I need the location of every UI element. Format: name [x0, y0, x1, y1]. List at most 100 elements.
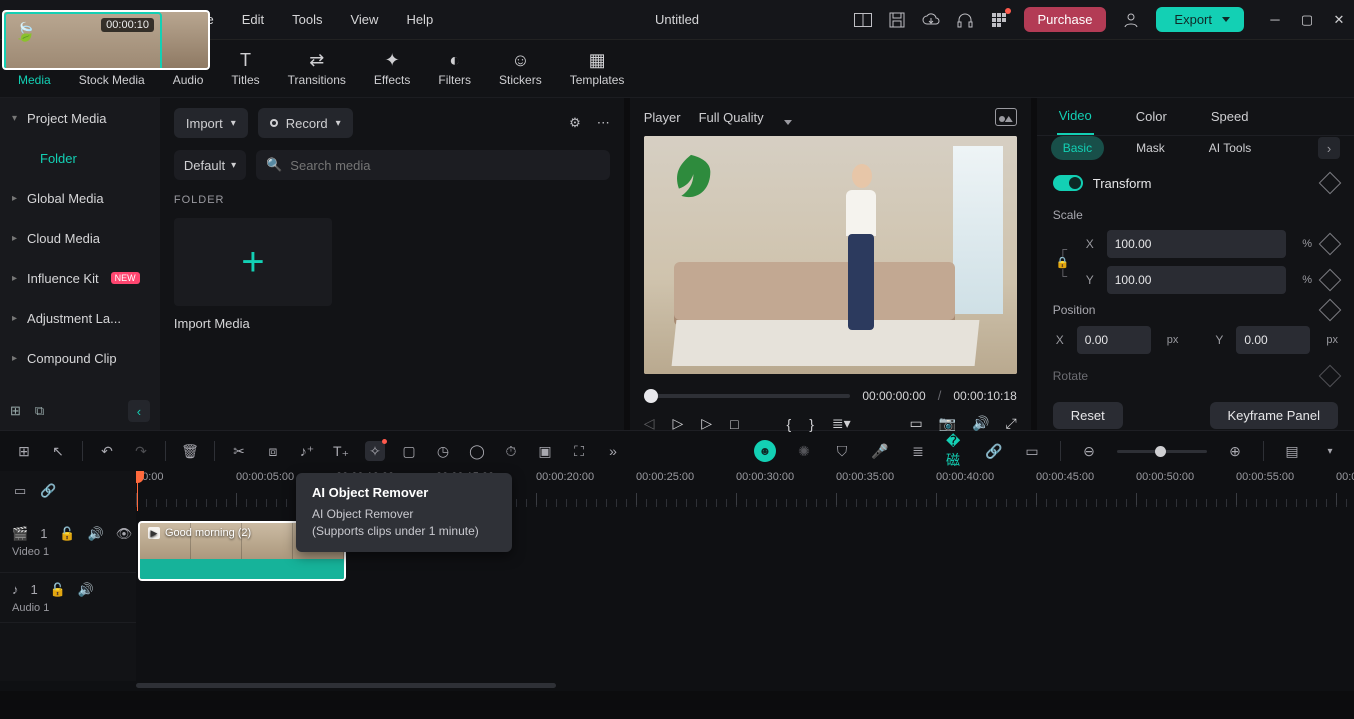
- playhead[interactable]: [137, 471, 138, 511]
- apps-grid-icon[interactable]: [990, 11, 1008, 29]
- play-forward-icon[interactable]: ▷: [701, 415, 712, 432]
- zoom-knob[interactable]: [1155, 446, 1166, 457]
- text-icon[interactable]: T₊: [331, 441, 351, 461]
- zoom-slider[interactable]: [1117, 450, 1207, 453]
- timeline-scrollbar[interactable]: [136, 681, 1354, 691]
- scrollbar-thumb[interactable]: [136, 683, 556, 688]
- headphones-icon[interactable]: [956, 11, 974, 29]
- import-button[interactable]: Import▾: [174, 108, 248, 138]
- split-icon[interactable]: ✂: [229, 441, 249, 461]
- zoom-out-icon[interactable]: ⊖: [1079, 441, 1099, 461]
- redo-icon[interactable]: ↷: [131, 441, 151, 461]
- link-tracks-icon[interactable]: 🔗: [40, 483, 56, 499]
- position-y-input[interactable]: 0.00: [1236, 326, 1310, 354]
- tree-influence-kit[interactable]: ▸Influence KitNEW: [0, 258, 160, 298]
- cloud-icon[interactable]: [922, 11, 940, 29]
- lock-track-icon[interactable]: 🔓: [50, 582, 66, 598]
- scale-x-input[interactable]: 100.00: [1107, 230, 1286, 258]
- subtab-mask[interactable]: Mask: [1124, 136, 1177, 160]
- save-icon[interactable]: [888, 11, 906, 29]
- record-button[interactable]: Record▾: [258, 108, 353, 138]
- import-thumb[interactable]: + Import Media: [174, 218, 332, 331]
- keyframe-icon[interactable]: [1319, 172, 1342, 195]
- export-button[interactable]: Export: [1156, 7, 1244, 32]
- stop-icon[interactable]: □: [730, 416, 738, 432]
- new-bin-icon[interactable]: ⧉: [35, 403, 44, 419]
- tab-stickers[interactable]: ☺Stickers: [499, 50, 542, 87]
- keyframe-icon[interactable]: [1319, 299, 1342, 322]
- tab-transitions[interactable]: ⇄Transitions: [288, 50, 346, 87]
- snapshot-mode-icon[interactable]: [995, 108, 1017, 126]
- tab-filters[interactable]: ◐Filters: [438, 50, 471, 87]
- keyframe-icon[interactable]: [1319, 365, 1342, 388]
- close-icon[interactable]: ✕: [1332, 12, 1346, 28]
- inspector-tab-speed[interactable]: Speed: [1209, 99, 1251, 134]
- tab-titles[interactable]: TTitles: [231, 50, 259, 87]
- mask-tool-icon[interactable]: ▢: [399, 441, 419, 461]
- keyframe-icon[interactable]: [1319, 269, 1342, 292]
- undo-icon[interactable]: ↶: [97, 441, 117, 461]
- menu-view[interactable]: View: [350, 12, 378, 27]
- inspector-tab-color[interactable]: Color: [1134, 99, 1169, 134]
- delete-icon[interactable]: 🗑: [180, 441, 200, 461]
- tree-adjustment-layer[interactable]: ▸Adjustment La...: [0, 298, 160, 338]
- render-icon[interactable]: ✺: [794, 441, 814, 461]
- filter-icon[interactable]: ⚙: [569, 115, 581, 131]
- subtab-ai-tools[interactable]: AI Tools: [1197, 136, 1263, 160]
- expand-tool-icon[interactable]: ⛶: [569, 441, 589, 461]
- more-icon[interactable]: ⋯: [597, 115, 610, 131]
- layout-icon[interactable]: [854, 11, 872, 29]
- fullscreen-icon[interactable]: ⤢: [1006, 415, 1017, 432]
- audio-detach-icon[interactable]: ♪⁺: [297, 441, 317, 461]
- media-clip-thumb[interactable]: 🍃 00:00:10 ✓ Good morning (2): [2, 10, 210, 70]
- sort-dropdown[interactable]: Default▾: [174, 150, 246, 180]
- freeze-frame-icon[interactable]: ⏱: [501, 441, 521, 461]
- marker-shield-icon[interactable]: ⛉: [832, 441, 852, 461]
- subtab-more-icon[interactable]: ›: [1318, 137, 1340, 159]
- selection-tool-icon[interactable]: ↖: [48, 441, 68, 461]
- account-icon[interactable]: [1122, 11, 1140, 29]
- snapshot-icon[interactable]: ▭: [1022, 441, 1042, 461]
- ai-object-remover-icon[interactable]: ✧: [365, 441, 385, 461]
- tree-global-media[interactable]: ▸Global Media: [0, 178, 160, 218]
- camera-icon[interactable]: 📷: [939, 415, 956, 432]
- mark-out-icon[interactable]: }: [809, 416, 814, 432]
- lock-icon[interactable]: 🔒: [1056, 256, 1070, 269]
- tab-templates[interactable]: ▦Templates: [570, 50, 625, 87]
- more-tools-icon[interactable]: »: [603, 441, 623, 461]
- subtab-basic[interactable]: Basic: [1051, 136, 1104, 160]
- tree-folder[interactable]: Folder: [0, 138, 160, 178]
- minimize-icon[interactable]: ─: [1268, 12, 1282, 28]
- new-folder-icon[interactable]: ⊞: [10, 403, 21, 419]
- track-manager-icon[interactable]: ⊞: [14, 441, 34, 461]
- speed-icon[interactable]: ◷: [433, 441, 453, 461]
- ai-assistant-icon[interactable]: ☻: [754, 440, 776, 462]
- purchase-button[interactable]: Purchase: [1024, 7, 1107, 32]
- mute-track-icon[interactable]: 🔊: [78, 582, 94, 598]
- mixer-icon[interactable]: ≣: [908, 441, 928, 461]
- view-mode-icon[interactable]: ▤: [1282, 441, 1302, 461]
- color-icon[interactable]: ◯: [467, 441, 487, 461]
- linked-icon[interactable]: 🔗: [984, 441, 1004, 461]
- clip-menu-icon[interactable]: ≣▾: [832, 415, 851, 432]
- keyframe-tool-icon[interactable]: ▣: [535, 441, 555, 461]
- search-input[interactable]: [290, 158, 599, 173]
- voiceover-icon[interactable]: 🎤: [870, 441, 890, 461]
- timeline-mode-icon[interactable]: ▭: [14, 483, 26, 499]
- view-menu-icon[interactable]: ▾: [1320, 441, 1340, 461]
- zoom-in-icon[interactable]: ⊕: [1225, 441, 1245, 461]
- play-icon[interactable]: ▷: [673, 415, 684, 432]
- reset-button[interactable]: Reset: [1053, 402, 1123, 429]
- quality-dropdown[interactable]: Full Quality: [695, 110, 794, 125]
- display-icon[interactable]: ▭: [909, 415, 922, 432]
- collapse-sidebar-icon[interactable]: ‹: [128, 400, 150, 422]
- keyframe-icon[interactable]: [1319, 233, 1342, 256]
- transform-toggle[interactable]: [1053, 175, 1083, 191]
- volume-icon[interactable]: 🔊: [972, 415, 989, 432]
- position-x-input[interactable]: 0.00: [1077, 326, 1151, 354]
- tab-effects[interactable]: ✦Effects: [374, 50, 410, 87]
- crop-icon[interactable]: ⧈: [263, 441, 283, 461]
- scrub-knob[interactable]: [644, 389, 658, 403]
- inspector-tab-video[interactable]: Video: [1057, 98, 1094, 135]
- scrub-track[interactable]: [644, 394, 851, 398]
